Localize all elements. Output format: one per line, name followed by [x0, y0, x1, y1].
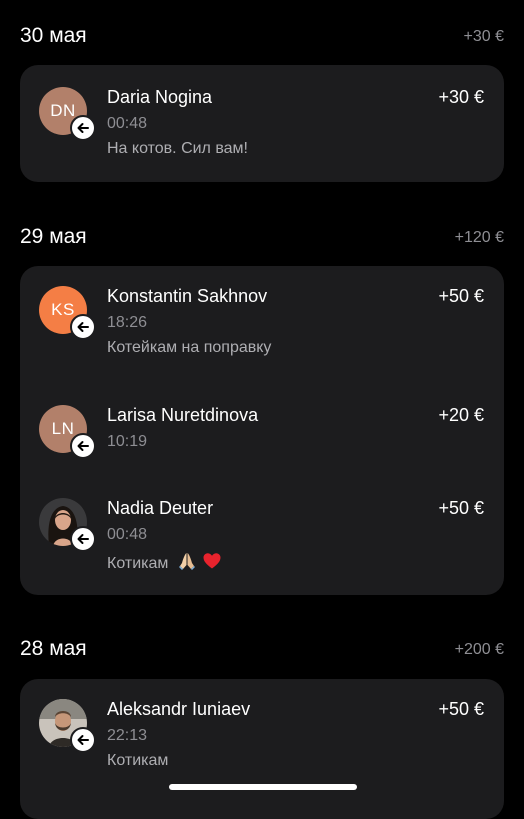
transfer-amount: +50 € — [438, 699, 484, 719]
transfer-time: 18:26 — [107, 314, 148, 331]
incoming-arrow-icon — [70, 727, 96, 753]
section-header: 30 мая +30 € — [0, 24, 524, 64]
transfer-comment: Котикам — [107, 551, 222, 576]
transfers-card: DN Daria Nogina +30 € 00:48 На котов. Си… — [20, 65, 504, 182]
section-header: 28 мая +200 € — [0, 637, 524, 677]
transfer-row[interactable]: Nadia Deuter +50 € 00:48 Котикам — [20, 498, 504, 578]
sender-name: Larisa Nuretdinova — [107, 405, 259, 425]
sender-name: Nadia Deuter — [107, 498, 214, 518]
folded-hands-icon — [177, 551, 197, 576]
transfer-row[interactable]: KS Konstantin Sakhnov +50 € 18:26 Котейк… — [20, 286, 504, 366]
transfer-comment: Котикам — [107, 752, 169, 769]
transfers-card: KS Konstantin Sakhnov +50 € 18:26 Котейк… — [20, 266, 504, 595]
transfer-time: 22:13 — [107, 727, 148, 744]
section-date: 29 мая — [20, 225, 87, 248]
home-indicator[interactable] — [169, 784, 357, 790]
transfer-row[interactable]: DN Daria Nogina +30 € 00:48 На котов. Си… — [20, 87, 504, 167]
sender-name: Konstantin Sakhnov — [107, 286, 268, 306]
section-date: 30 мая — [20, 24, 87, 47]
transfer-time: 00:48 — [107, 526, 148, 543]
transfers-card: Aleksandr Iuniaev +50 € 22:13 Котикам — [20, 679, 504, 819]
section-total: +120 € — [454, 229, 504, 246]
incoming-arrow-icon — [70, 433, 96, 459]
transfer-amount: +20 € — [438, 405, 484, 425]
sender-name: Daria Nogina — [107, 87, 213, 107]
incoming-arrow-icon — [70, 526, 96, 552]
date-section-29-may: 29 мая +120 € — [0, 225, 524, 265]
transfer-time: 10:19 — [107, 433, 148, 450]
incoming-arrow-icon — [70, 314, 96, 340]
transfer-comment: Котейкам на поправку — [107, 339, 272, 356]
section-header: 29 мая +120 € — [0, 225, 524, 265]
red-heart-icon — [202, 551, 222, 576]
date-section-28-may: 28 мая +200 € — [0, 637, 524, 677]
transfer-time: 00:48 — [107, 115, 148, 132]
transfer-amount: +50 € — [438, 286, 484, 306]
date-section-30-may: 30 мая +30 € — [0, 24, 524, 64]
comment-text: Котикам — [107, 555, 169, 572]
transfer-comment: На котов. Сил вам! — [107, 140, 248, 157]
sender-name: Aleksandr Iuniaev — [107, 699, 251, 719]
transfer-amount: +30 € — [438, 87, 484, 107]
section-date: 28 мая — [20, 637, 87, 660]
section-total: +200 € — [454, 641, 504, 658]
incoming-arrow-icon — [70, 115, 96, 141]
section-total: +30 € — [463, 28, 504, 45]
transfer-amount: +50 € — [438, 498, 484, 518]
transfer-row[interactable]: LN Larisa Nuretdinova +20 € 10:19 — [20, 405, 504, 461]
transfer-row[interactable]: Aleksandr Iuniaev +50 € 22:13 Котикам — [20, 699, 504, 779]
